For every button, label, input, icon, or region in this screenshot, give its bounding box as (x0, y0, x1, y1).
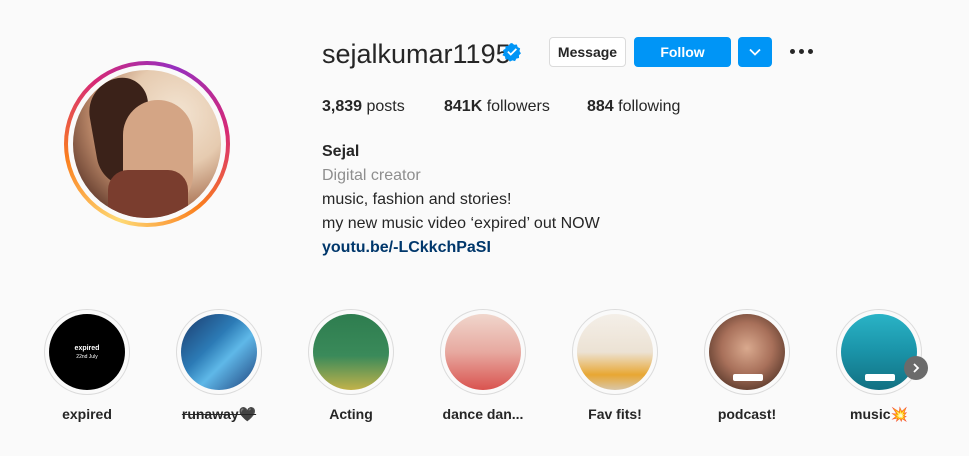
suggested-dropdown-button[interactable] (738, 37, 772, 67)
highlight-acting[interactable]: Acting (308, 309, 394, 422)
highlight-fav-fits[interactable]: Fav fits! (572, 309, 658, 422)
bio-line: my new music video ‘expired’ out NOW (322, 215, 600, 232)
bio-link[interactable]: youtu.be/-LCkkchPaSI (322, 238, 491, 258)
following-count: 884 (587, 98, 614, 115)
bio-line: music, fashion and stories! (322, 191, 512, 208)
highlight-image (313, 314, 389, 390)
highlight-cover[interactable]: expired 22nd July (44, 309, 130, 395)
stat-posts: 3,839 posts (322, 98, 405, 116)
following-label: following (618, 98, 681, 115)
highlight-cover[interactable] (572, 309, 658, 395)
posts-label: posts (366, 98, 405, 115)
bio-name: Sejal (322, 143, 360, 160)
youtube-badge-icon (865, 374, 895, 381)
highlight-cover-subtext: 22nd July (76, 353, 98, 360)
avatar-photo (73, 70, 221, 218)
highlight-label: podcast! (717, 406, 777, 422)
follow-button[interactable]: Follow (634, 37, 731, 67)
youtube-badge-icon (733, 374, 763, 381)
highlight-cover[interactable] (176, 309, 262, 395)
highlight-cover-text: expired (74, 344, 100, 352)
bio-category: Digital creator (322, 167, 421, 184)
message-button[interactable]: Message (549, 37, 626, 67)
highlight-label: music💥 (850, 406, 908, 422)
highlight-music[interactable]: music💥 (836, 309, 922, 422)
highlight-image (841, 314, 917, 390)
highlight-label: expired (62, 406, 112, 422)
highlight-dance[interactable]: dance dan... (440, 309, 526, 422)
highlight-image (577, 314, 653, 390)
highlight-image (709, 314, 785, 390)
highlight-runaway[interactable]: runaway🖤 (176, 309, 262, 422)
highlight-label: dance dan... (442, 406, 524, 422)
highlight-label: Acting (329, 406, 373, 422)
highlight-label: runaway🖤 (156, 406, 282, 423)
highlight-image (181, 314, 257, 390)
posts-count: 3,839 (322, 98, 363, 115)
highlight-cover[interactable] (440, 309, 526, 395)
highlight-expired[interactable]: expired 22nd July expired (44, 309, 130, 422)
highlight-cover[interactable] (308, 309, 394, 395)
verified-badge-icon (502, 43, 521, 62)
highlight-image (445, 314, 521, 390)
stat-followers[interactable]: 841K followers (444, 98, 550, 116)
followers-label: followers (486, 98, 550, 115)
followers-count: 841K (444, 98, 483, 115)
chevron-down-icon (749, 48, 761, 56)
more-options-icon[interactable] (789, 43, 813, 59)
profile-avatar[interactable] (64, 61, 230, 227)
highlight-cover[interactable] (704, 309, 790, 395)
highlight-podcast[interactable]: podcast! (704, 309, 790, 422)
highlight-cover[interactable] (836, 309, 922, 395)
profile-username: sejalkumar1195 (322, 39, 511, 69)
highlight-label-text: runaway🖤 (181, 406, 257, 422)
highlight-label: Fav fits! (588, 406, 642, 422)
chevron-right-icon[interactable] (904, 356, 928, 380)
avatar-ring-gap (68, 65, 226, 223)
stat-following[interactable]: 884 following (587, 98, 680, 116)
highlight-image: expired 22nd July (49, 314, 125, 390)
